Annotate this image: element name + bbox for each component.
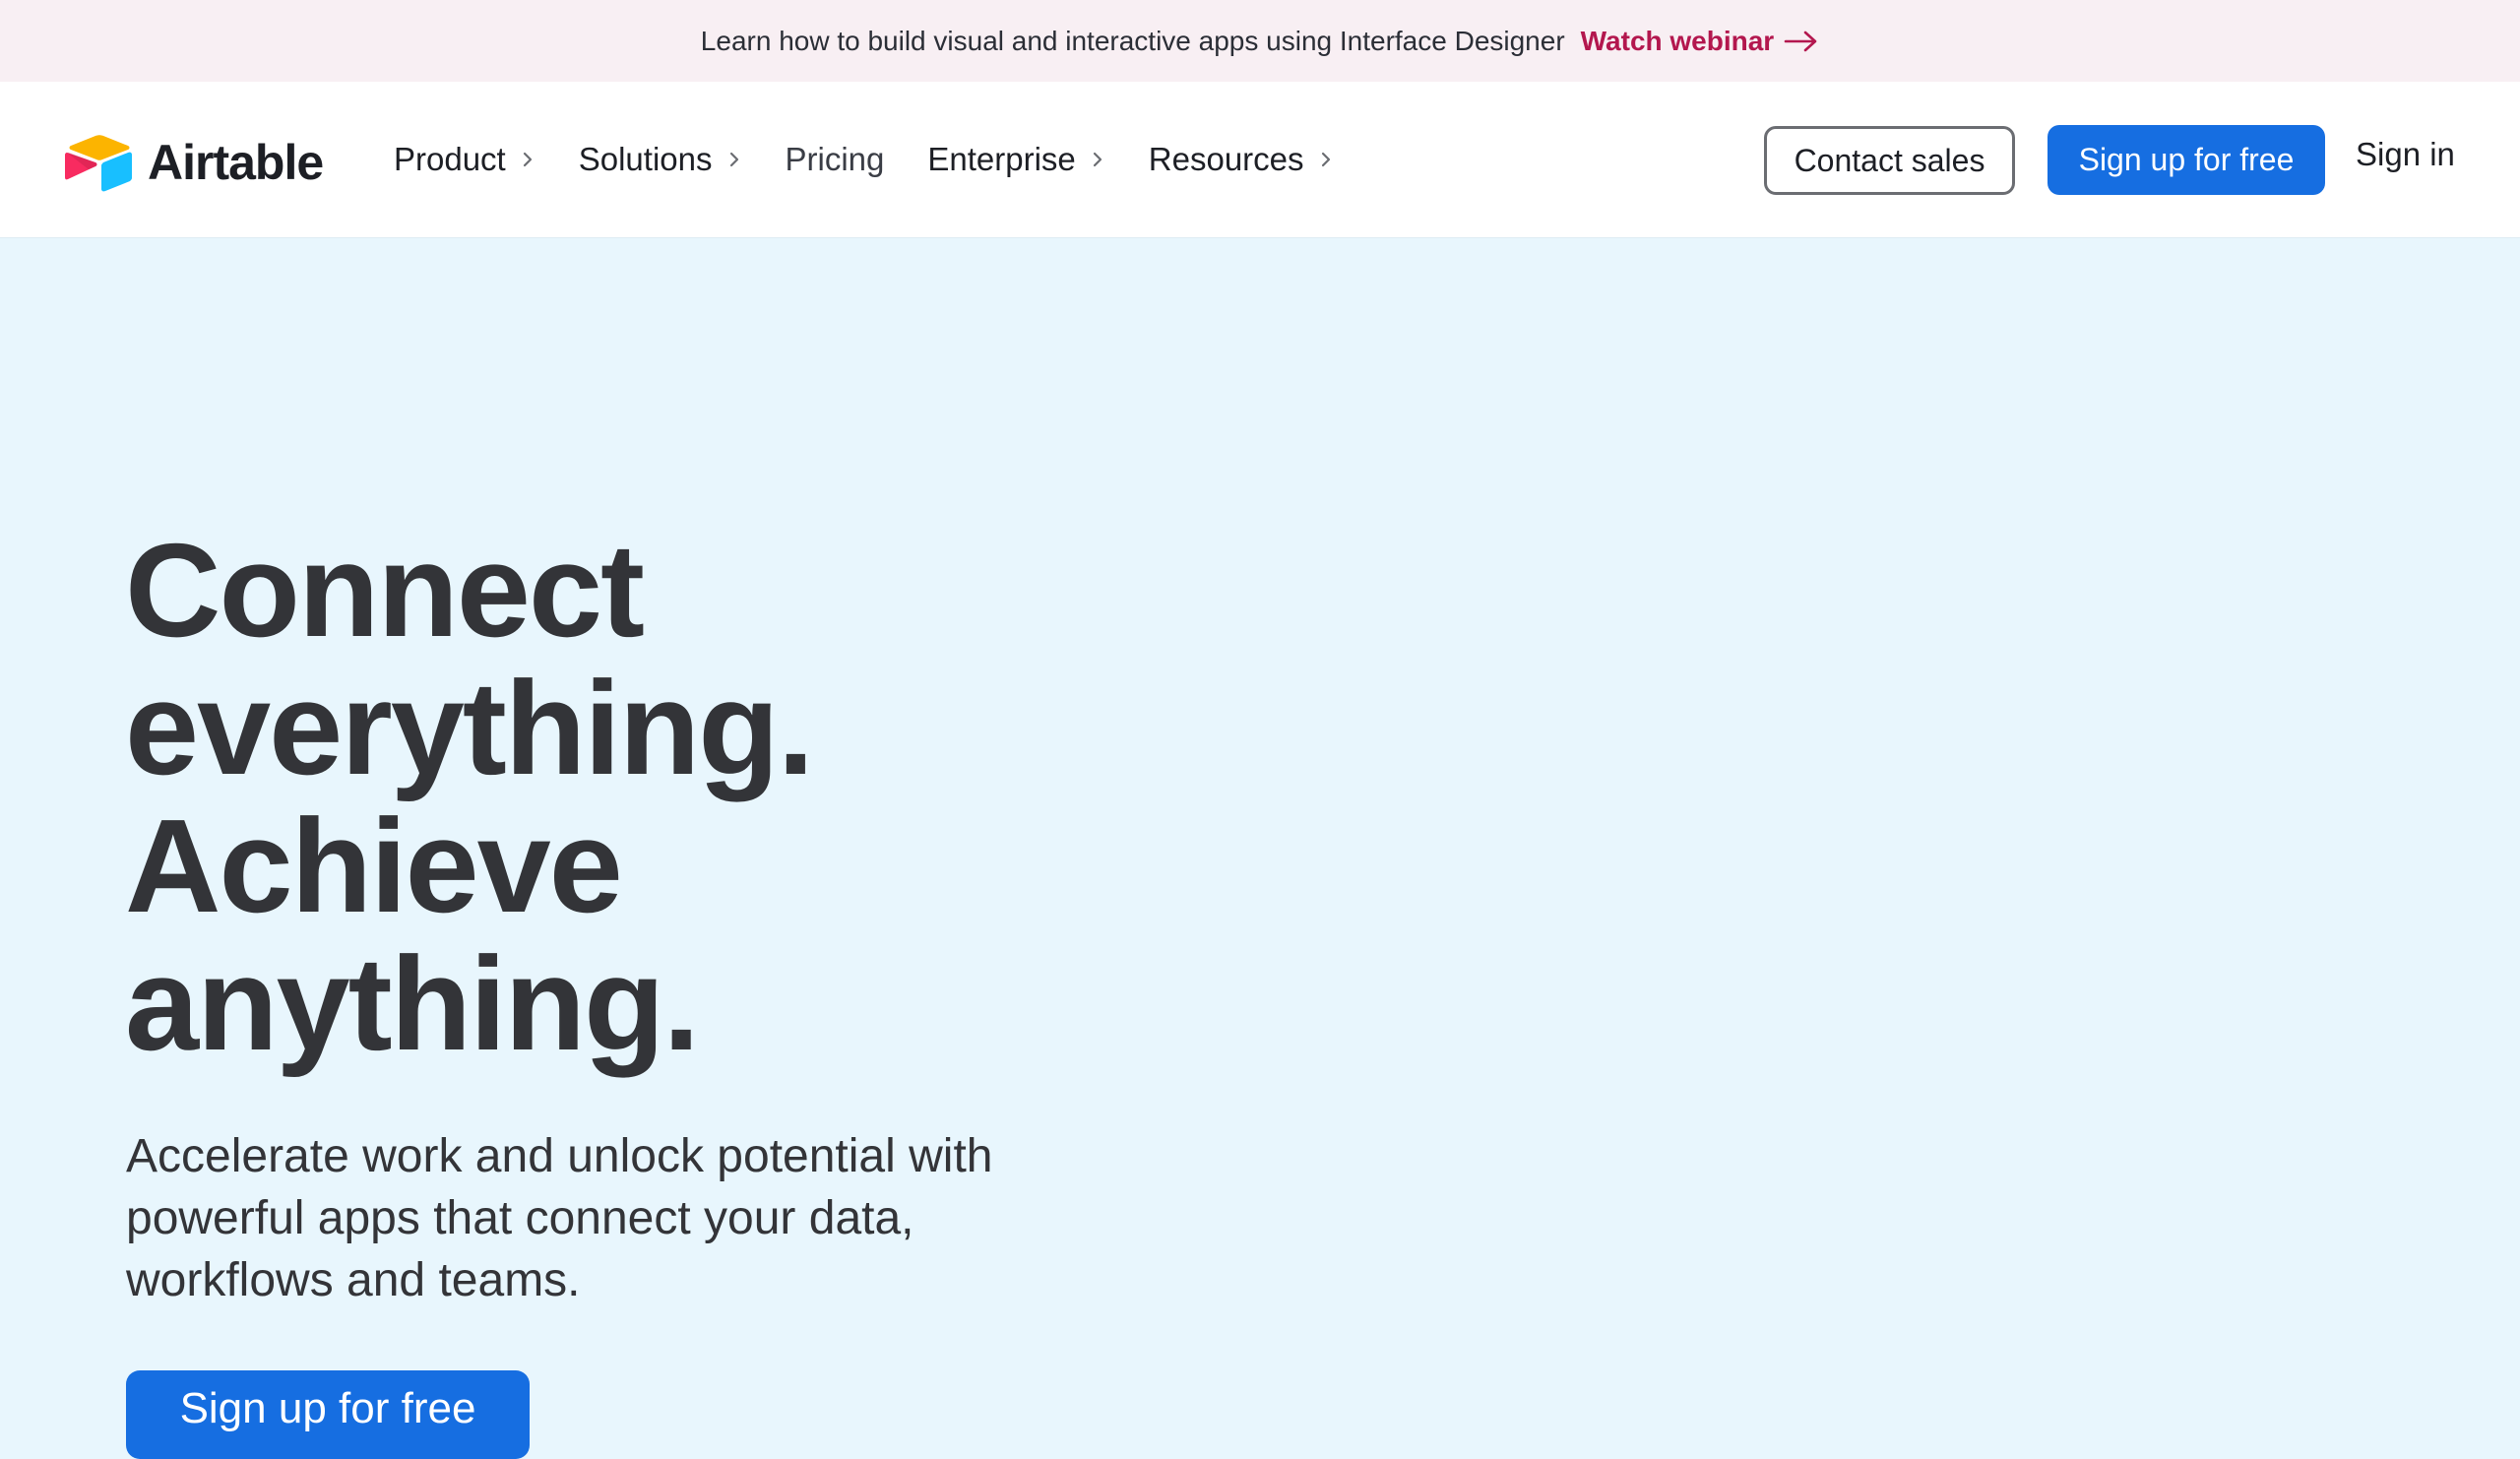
watch-webinar-link[interactable]: Watch webinar <box>1581 26 1820 57</box>
contact-sales-button[interactable]: Contact sales <box>1764 126 2015 195</box>
nav-item-enterprise[interactable]: Enterprise <box>927 141 1104 178</box>
chevron-right-icon <box>1093 152 1102 167</box>
announcement-banner: Learn how to build visual and interactiv… <box>0 0 2520 82</box>
arrow-right-icon <box>1784 31 1817 51</box>
nav-label: Enterprise <box>927 141 1076 177</box>
nav-label: Solutions <box>578 141 713 177</box>
main-nav: Product Solutions Pricing Enterprise Res… <box>394 82 1377 237</box>
hero-title: Connect everything. Achieve anything. <box>125 522 1208 1073</box>
hero-title-line: Achieve <box>125 792 623 940</box>
nav-label: Pricing <box>785 141 885 177</box>
nav-item-resources[interactable]: Resources <box>1149 141 1334 178</box>
airtable-logo-icon <box>65 135 132 192</box>
nav-label: Product <box>394 141 506 177</box>
airtable-logo[interactable]: Airtable <box>65 133 324 192</box>
banner-text: Learn how to build visual and interactiv… <box>700 25 1565 56</box>
nav-item-product[interactable]: Product <box>394 141 536 178</box>
sign-in-link[interactable]: Sign in <box>2356 136 2455 173</box>
nav-label: Resources <box>1148 141 1304 177</box>
hero-subtitle: Accelerate work and unlock potential wit… <box>126 1130 993 1306</box>
chevron-right-icon <box>729 152 738 167</box>
sign-up-button[interactable]: Sign up for free <box>2048 125 2325 195</box>
hero-title-line: Connect <box>125 516 645 665</box>
nav-item-pricing[interactable]: Pricing <box>786 141 885 178</box>
chevron-right-icon <box>1321 152 1330 167</box>
logo-wordmark: Airtable <box>148 135 324 190</box>
hero-title-line: anything. <box>125 929 700 1078</box>
chevron-right-icon <box>523 152 532 167</box>
hero-title-line: everything. <box>125 654 814 802</box>
hero-sign-up-button[interactable]: Sign up for free <box>126 1370 530 1459</box>
watch-webinar-label: Watch webinar <box>1580 25 1775 56</box>
nav-item-solutions[interactable]: Solutions <box>579 141 742 178</box>
